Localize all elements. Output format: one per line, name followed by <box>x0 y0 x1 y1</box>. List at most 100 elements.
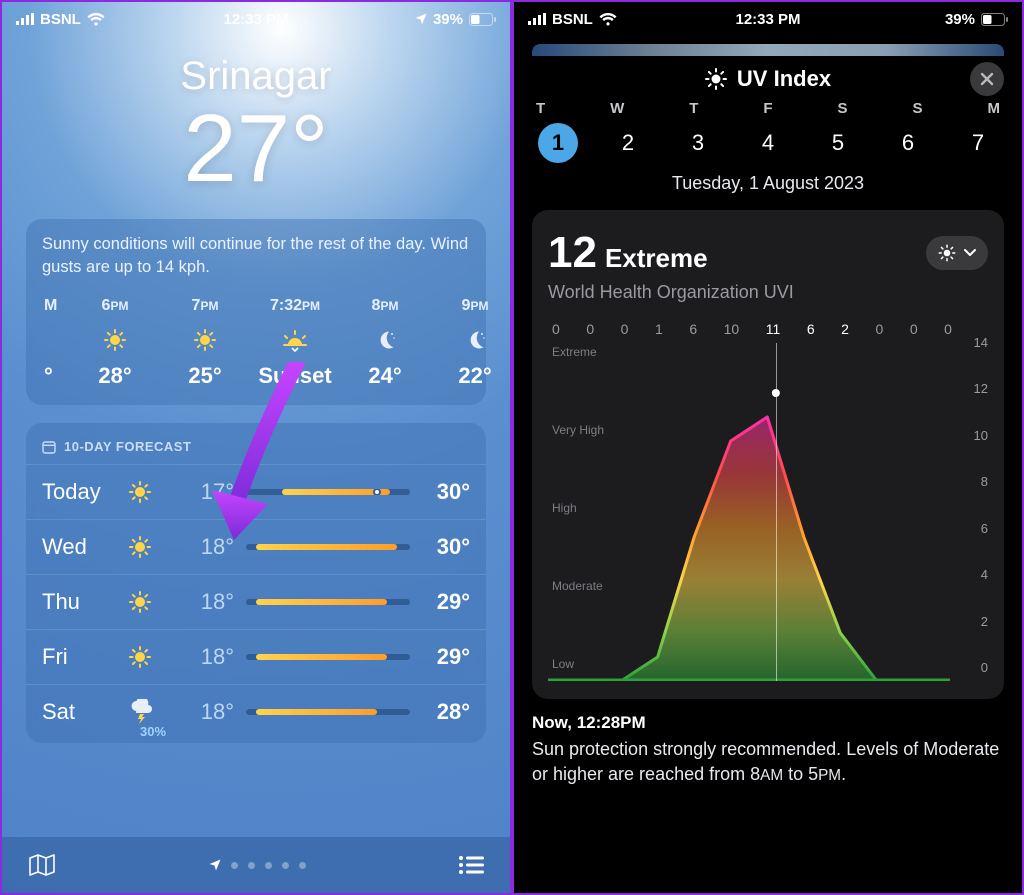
temp-range-bar <box>246 654 410 660</box>
weekday-letter: S <box>838 100 848 117</box>
date-cell[interactable]: 5 <box>814 130 862 156</box>
hour-time: 6PM <box>70 297 160 315</box>
wifi-icon <box>599 13 617 26</box>
x-tick: 11 <box>766 321 781 337</box>
sun-icon <box>128 480 178 504</box>
hour-time: 7PM <box>160 297 250 315</box>
sun-icon <box>128 590 178 614</box>
precip-pct: 30% <box>140 724 166 739</box>
low-temp: 18° <box>178 589 234 615</box>
date-cell[interactable]: 4 <box>744 130 792 156</box>
date-cell[interactable]: 3 <box>674 130 722 156</box>
hour-temp: 22° <box>430 363 512 389</box>
hour-temp: ° <box>44 363 70 389</box>
y-tick: 8 <box>954 474 988 489</box>
uv-source: World Health Organization UVI <box>548 282 988 303</box>
high-temp: 29° <box>422 589 470 615</box>
status-time: 12:33 PM <box>735 11 800 28</box>
conditions-card[interactable]: Sunny conditions will continue for the r… <box>26 219 486 405</box>
forecast-row[interactable]: Thu18°29° <box>26 574 486 629</box>
date-cell[interactable]: 7 <box>954 130 1002 156</box>
weekday-letter: F <box>763 100 772 117</box>
close-icon <box>980 72 994 86</box>
day-label: Today <box>42 479 128 505</box>
hour-slot[interactable]: 8PM 24° <box>340 297 430 389</box>
x-tick: 1 <box>655 321 663 337</box>
forecast-row[interactable]: Fri18°29° <box>26 629 486 684</box>
hour-temp: 24° <box>340 363 430 389</box>
ten-day-card[interactable]: 10-DAY FORECAST Today17°30°Wed18°30°Thu1… <box>26 423 486 743</box>
full-date: Tuesday, 1 August 2023 <box>514 173 1022 194</box>
sunset-icon <box>250 325 340 355</box>
hour-slot[interactable]: 7:32PMSunset <box>250 297 340 389</box>
band-label: Extreme <box>552 345 604 359</box>
y-tick: 10 <box>954 428 988 443</box>
low-temp: 18° <box>178 699 234 725</box>
x-tick: 0 <box>910 321 918 337</box>
y-tick: 2 <box>954 614 988 629</box>
weekday-letter: T <box>536 100 545 117</box>
uv-title: UV Index <box>737 66 831 92</box>
uv-card: 12 Extreme World Health Organization UVI… <box>532 210 1004 699</box>
status-bar: BSNL 12:33 PM 39% <box>2 2 510 36</box>
day-label: Wed <box>42 534 128 560</box>
hour-slot[interactable]: 6PM 28° <box>70 297 160 389</box>
band-label: Moderate <box>552 579 604 593</box>
high-temp: 30° <box>422 479 470 505</box>
weekday-letter: W <box>610 100 624 117</box>
y-tick: 14 <box>954 335 988 350</box>
hour-slot[interactable]: 7PM 25° <box>160 297 250 389</box>
uv-category: Extreme <box>605 243 708 274</box>
x-tick: 6 <box>807 321 815 337</box>
high-temp: 29° <box>422 644 470 670</box>
hour-temp: 25° <box>160 363 250 389</box>
hour-slot[interactable]: 9PM22° <box>430 297 512 389</box>
current-temp: 27° <box>2 101 510 197</box>
location-icon <box>415 13 427 25</box>
sheet-gradient-strip <box>532 44 1004 56</box>
storm-icon: 30% <box>128 699 178 725</box>
signal-icon <box>528 13 546 25</box>
hour-time: 8PM <box>340 297 430 315</box>
forecast-row[interactable]: Sat30%18°28° <box>26 684 486 739</box>
forecast-row[interactable]: Wed18°30° <box>26 519 486 574</box>
sun-icon <box>128 645 178 669</box>
close-button[interactable] <box>970 62 1004 96</box>
uv-advice: Sun protection strongly recommended. Lev… <box>532 737 1004 787</box>
x-tick: 10 <box>724 321 740 337</box>
status-bar: BSNL 12:33 PM 39% <box>514 2 1022 36</box>
x-tick: 0 <box>875 321 883 337</box>
date-cell[interactable]: 6 <box>884 130 932 156</box>
x-tick: 0 <box>586 321 594 337</box>
y-tick: 12 <box>954 381 988 396</box>
phone-uv: BSNL 12:33 PM 39% UV Index T <box>512 0 1024 895</box>
x-tick: 0 <box>944 321 952 337</box>
hourly-forecast[interactable]: M°6PM28°7PM25°7:32PMSunset8PM24°9PM22° <box>26 291 486 405</box>
y-tick: 6 <box>954 521 988 536</box>
low-temp: 17° <box>178 479 234 505</box>
list-icon[interactable] <box>458 855 484 875</box>
date-cell[interactable]: 1 <box>534 123 582 163</box>
condition-summary: Sunny conditions will continue for the r… <box>26 219 486 291</box>
hour-slot[interactable]: M° <box>30 297 70 389</box>
high-temp: 28° <box>422 699 470 725</box>
sun-icon <box>128 535 178 559</box>
temp-range-bar <box>246 599 410 605</box>
carrier-label: BSNL <box>552 11 593 28</box>
date-cell[interactable]: 2 <box>604 130 652 156</box>
temp-range-bar <box>246 489 410 495</box>
band-label: High <box>552 501 604 515</box>
carrier-label: BSNL <box>40 11 81 28</box>
hour-temp: 28° <box>70 363 160 389</box>
sun-icon <box>70 325 160 355</box>
hour-temp: Sunset <box>250 363 340 389</box>
page-indicator[interactable] <box>209 859 306 871</box>
phone-weather: BSNL 12:33 PM 39% Srinagar 27° Sunny con… <box>0 0 512 895</box>
forecast-row[interactable]: Today 17° 30° <box>26 464 486 519</box>
signal-icon <box>16 13 34 25</box>
x-tick: 6 <box>689 321 697 337</box>
uv-mode-pill[interactable] <box>926 236 988 270</box>
sun-icon <box>705 68 727 90</box>
map-icon[interactable] <box>28 853 56 877</box>
date-selector[interactable]: 1234567 <box>534 123 1002 163</box>
